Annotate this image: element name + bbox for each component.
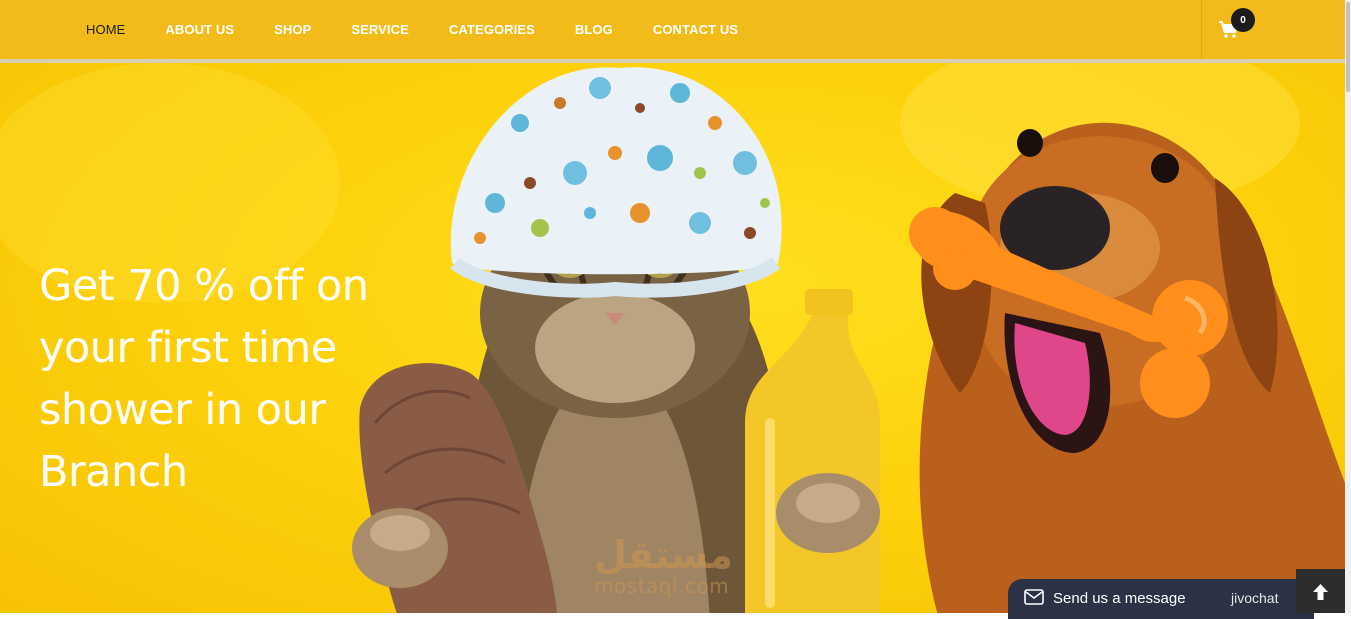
- nav-categories[interactable]: CATEGORIES: [449, 22, 535, 37]
- cart-count-badge: 0: [1231, 8, 1255, 32]
- nav-blog[interactable]: BLOG: [575, 22, 613, 37]
- watermark-latin: mostaql.com: [594, 574, 730, 598]
- hero-banner: Get 70 % off on your first time shower i…: [0, 63, 1345, 613]
- nav-divider: [1201, 0, 1202, 59]
- nav-service[interactable]: SERVICE: [351, 22, 409, 37]
- nav-shop[interactable]: SHOP: [274, 22, 311, 37]
- nav-contact-us[interactable]: CONTACT US: [653, 22, 738, 37]
- chat-widget-button[interactable]: Send us a message jivochat: [1008, 579, 1314, 619]
- nav-home[interactable]: HOME: [86, 22, 125, 37]
- chat-label: Send us a message: [1053, 590, 1186, 607]
- chat-brand-logo: jivochat: [1231, 590, 1279, 606]
- watermark-arabic: مستقل: [594, 533, 733, 577]
- top-navbar: HOME ABOUT US SHOP SERVICE CATEGORIES BL…: [0, 0, 1345, 63]
- hero-title: Get 70 % off on your first time shower i…: [39, 261, 369, 497]
- arrow-up-icon: [1313, 584, 1328, 600]
- nav-about-us[interactable]: ABOUT US: [165, 22, 234, 37]
- scroll-to-top-button[interactable]: [1296, 569, 1345, 613]
- scrollbar-thumb[interactable]: [1346, 2, 1350, 92]
- nav-menu: HOME ABOUT US SHOP SERVICE CATEGORIES BL…: [86, 0, 778, 59]
- envelope-icon: [1024, 589, 1044, 605]
